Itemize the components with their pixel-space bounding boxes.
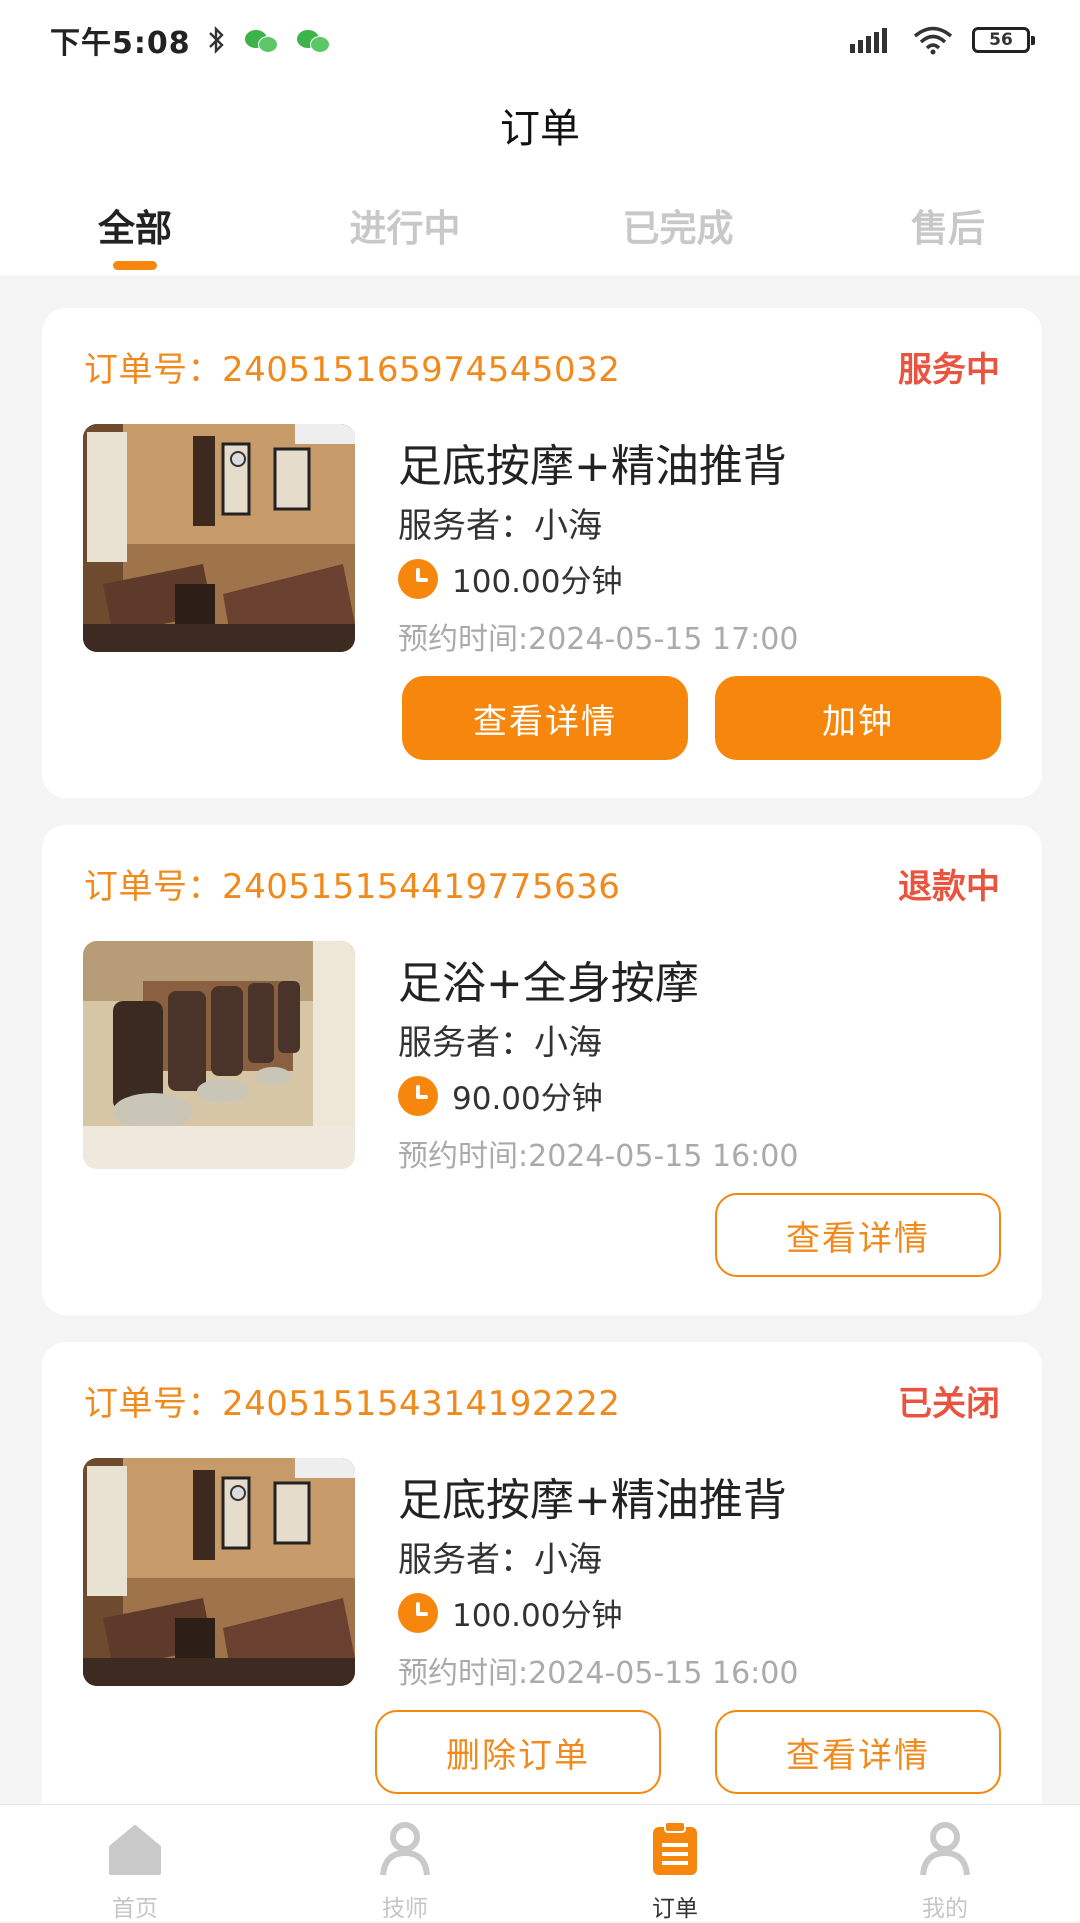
appointment-time: 预约时间:2024-05-15 17:00: [398, 622, 799, 657]
tab-all[interactable]: 全部: [35, 198, 235, 252]
add-time-button[interactable]: 加钟: [715, 676, 1001, 760]
orders-icon: [653, 1821, 697, 1875]
view-details-button[interactable]: 查看详情: [402, 676, 688, 760]
order-status: 退款中: [898, 867, 1000, 907]
order-tabs: 全部 进行中 已完成 售后: [0, 198, 1080, 258]
order-card[interactable]: 订单号：240515154314192222 已关闭 足底按摩+精油推背 服务者…: [42, 1342, 1042, 1832]
nav-orders[interactable]: 订单: [540, 1805, 810, 1922]
service-name: 足底按摩+精油推背: [398, 441, 787, 492]
service-image: [83, 1458, 355, 1686]
order-status: 已关闭: [898, 1384, 1000, 1424]
duration-text: 100.00分钟: [452, 1598, 623, 1634]
view-details-button[interactable]: 查看详情: [715, 1193, 1001, 1277]
nav-label: 技师: [382, 1896, 428, 1922]
status-bar: 下午5:08 56: [0, 0, 1080, 80]
order-card[interactable]: 订单号：240515165974545032 服务中 足底按摩+精油推背 服务者…: [42, 308, 1042, 798]
home-icon: [109, 1825, 161, 1875]
tab-in-progress[interactable]: 进行中: [305, 198, 505, 252]
nav-technician[interactable]: 技师: [270, 1805, 540, 1922]
nav-label: 首页: [112, 1896, 158, 1922]
battery-icon: 56: [972, 27, 1035, 53]
duration-row: 90.00分钟: [398, 1073, 603, 1118]
order-card[interactable]: 订单号：240515154419775636 退款中 足浴+全身按摩 服务者：小…: [42, 825, 1042, 1315]
duration-row: 100.00分钟: [398, 556, 622, 601]
appointment-time: 预约时间:2024-05-15 16:00: [398, 1139, 799, 1174]
nav-label: 订单: [652, 1896, 698, 1922]
order-number: 订单号：240515154314192222: [84, 1384, 621, 1424]
wechat-icon: [244, 28, 279, 53]
tab-after-sales[interactable]: 售后: [848, 198, 1048, 252]
bluetooth-icon: [208, 26, 224, 54]
status-time: 下午5:08: [50, 26, 191, 61]
order-status: 服务中: [898, 350, 1000, 390]
provider-name: 服务者：小海: [398, 1023, 602, 1063]
view-details-button[interactable]: 查看详情: [715, 1710, 1001, 1794]
technician-icon: [380, 1822, 430, 1876]
wechat-icon: [296, 28, 331, 53]
delete-order-button[interactable]: 删除订单: [375, 1710, 661, 1794]
signal-icon: [850, 28, 887, 53]
service-image: [83, 941, 355, 1169]
provider-name: 服务者：小海: [398, 1540, 602, 1580]
nav-home[interactable]: 首页: [0, 1805, 270, 1922]
nav-profile[interactable]: 我的: [810, 1805, 1080, 1922]
clock-icon: [398, 1075, 438, 1116]
battery-level: 56: [989, 30, 1013, 50]
clock-icon: [398, 1592, 438, 1633]
bottom-nav: 首页 技师 订单 我的: [0, 1804, 1080, 1922]
service-image: [83, 424, 355, 652]
provider-name: 服务者：小海: [398, 506, 602, 546]
clock-icon: [398, 558, 438, 599]
order-number: 订单号：240515165974545032: [84, 350, 621, 390]
wifi-icon: [913, 26, 953, 55]
header: 订单 全部 进行中 已完成 售后: [0, 80, 1080, 275]
order-number: 订单号：240515154419775636: [84, 867, 621, 907]
page-title: 订单: [500, 106, 580, 152]
service-name: 足底按摩+精油推背: [398, 1475, 787, 1526]
duration-text: 100.00分钟: [452, 564, 623, 600]
tab-completed[interactable]: 已完成: [578, 198, 778, 252]
duration-row: 100.00分钟: [398, 1590, 622, 1635]
duration-text: 90.00分钟: [452, 1081, 603, 1117]
nav-label: 我的: [922, 1896, 968, 1922]
appointment-time: 预约时间:2024-05-15 16:00: [398, 1656, 799, 1691]
active-tab-indicator: [113, 261, 157, 270]
profile-icon: [920, 1822, 970, 1876]
service-name: 足浴+全身按摩: [398, 958, 699, 1009]
